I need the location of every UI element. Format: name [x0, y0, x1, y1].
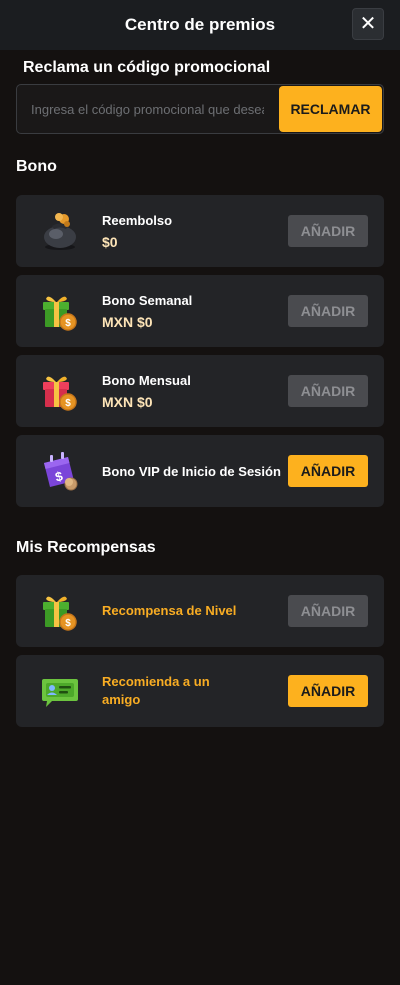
- add-button[interactable]: AÑADIR: [288, 455, 368, 487]
- promo-code-input[interactable]: [17, 85, 278, 133]
- header-bar: Centro de premios ✕: [0, 0, 400, 50]
- green-gift-icon: $: [43, 296, 77, 331]
- bono-section-title: Bono: [16, 158, 57, 175]
- bonus-name: Reembolso: [102, 212, 173, 228]
- reward-name: Recomienda a un amigo: [102, 673, 210, 709]
- rewards-section-title: Mis Recompensas: [16, 539, 156, 556]
- close-button[interactable]: ✕: [352, 8, 384, 40]
- referral-card-icon: [42, 679, 78, 707]
- bonus-value: MXN $0: [102, 393, 153, 410]
- add-button[interactable]: AÑADIR: [288, 215, 368, 247]
- vip-calendar-icon: $: [44, 452, 78, 491]
- red-gift-icon: $: [43, 376, 77, 411]
- reward-card-nivel: $ Recompensa de Nivel AÑADIR: [16, 575, 384, 647]
- svg-text:$: $: [65, 618, 71, 629]
- bonus-name: Bono Mensual: [102, 372, 191, 388]
- reward-card-referral: Recomienda a un amigo AÑADIR: [16, 655, 384, 727]
- bonus-name: Bono Semanal: [102, 292, 193, 308]
- reward-name: Recompensa de Nivel: [102, 603, 237, 618]
- bonus-card-mensual: $ Bono Mensual MXN $0 AÑADIR: [16, 355, 384, 427]
- svg-text:$: $: [65, 398, 71, 409]
- reward-name-line2: amigo: [102, 692, 141, 707]
- bonus-name: Bono VIP de Inicio de Sesión: [102, 463, 281, 479]
- bonus-card-reembolso: Reembolso $0 AÑADIR: [16, 195, 384, 267]
- close-icon: ✕: [359, 13, 377, 35]
- bonus-card-semanal: $ Bono Semanal MXN $0 AÑADIR: [16, 275, 384, 347]
- reward-card-text: Recompensa de Nivel: [102, 575, 236, 647]
- money-bag-icon: [44, 213, 76, 250]
- promo-title: Reclama un código promocional: [23, 59, 271, 76]
- add-button[interactable]: AÑADIR: [288, 595, 368, 627]
- bonus-card-text: Bono VIP de Inicio de Sesión: [102, 435, 281, 507]
- claim-button[interactable]: RECLAMAR: [279, 86, 382, 132]
- page-title: Centro de premios: [124, 15, 276, 34]
- reward-card-text: Recomienda a un amigo: [102, 655, 210, 727]
- bonus-card-vip: $ Bono VIP de Inicio de Sesión AÑADIR: [16, 435, 384, 507]
- add-button[interactable]: AÑADIR: [288, 295, 368, 327]
- bonus-card-text: Bono Semanal MXN $0: [102, 275, 192, 347]
- promo-code-box: RECLAMAR: [16, 84, 384, 134]
- bonus-card-text: Bono Mensual MXN $0: [102, 355, 191, 427]
- reward-name-line1: Recomienda a un: [102, 674, 210, 689]
- bonus-card-text: Reembolso $0: [102, 195, 172, 267]
- green-gift-icon: $: [43, 596, 77, 631]
- bonus-value: MXN $0: [102, 313, 153, 330]
- add-button[interactable]: AÑADIR: [288, 375, 368, 407]
- svg-text:$: $: [65, 318, 71, 329]
- bonus-value: $0: [102, 233, 118, 250]
- add-button[interactable]: AÑADIR: [288, 675, 368, 707]
